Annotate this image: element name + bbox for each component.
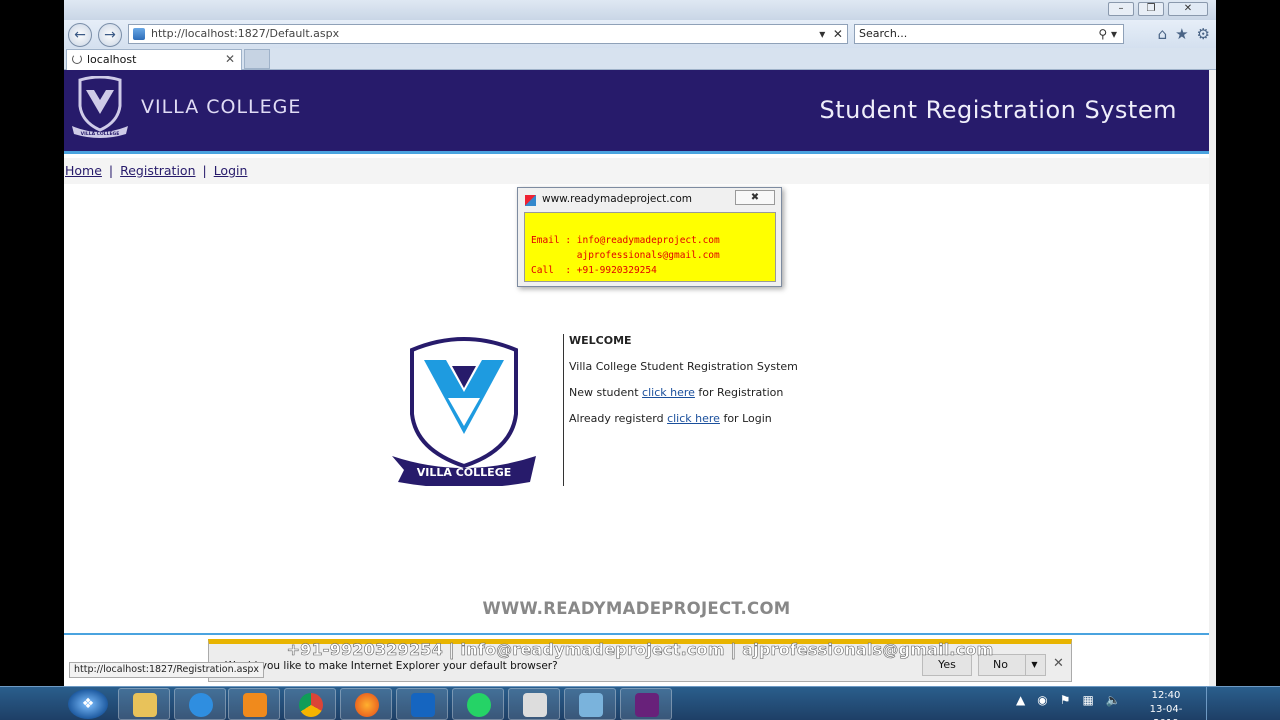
system-tray: ▲ ◉ ⚑ ▦ 🔈 xyxy=(1016,693,1121,707)
outlook-icon xyxy=(411,693,435,717)
footer-divider xyxy=(64,633,1209,635)
welcome-subtitle: Villa College Student Registration Syste… xyxy=(569,360,798,373)
tray-expand-icon[interactable]: ▲ xyxy=(1016,693,1025,707)
settings-gear-icon[interactable]: ⚙ xyxy=(1197,25,1210,43)
existing-student-prefix: Already registerd xyxy=(569,412,668,425)
browser-toolbar: ← → http://localhost:1827/Default.aspx ▾… xyxy=(64,20,1216,48)
back-button[interactable]: ← xyxy=(68,23,92,47)
taskbar-ie[interactable] xyxy=(174,688,226,720)
firefox-icon xyxy=(355,693,379,717)
page-icon xyxy=(133,28,145,40)
site-header: VILLA COLLEGE VILLA COLLEGE Student Regi… xyxy=(64,70,1209,154)
taskbar-explorer[interactable] xyxy=(118,688,170,720)
network-icon[interactable]: ▦ xyxy=(1082,693,1093,707)
logo-small-ribbon-text: VILLA COLLEGE xyxy=(81,131,120,137)
advert-popup: www.readymadeproject.com ✖ Email : info@… xyxy=(517,187,782,287)
restore-button[interactable]: ❐ xyxy=(1138,2,1164,16)
status-url-tooltip: http://localhost:1827/Registration.aspx xyxy=(69,662,265,678)
browser-right-icons: ⌂ ★ ⚙ xyxy=(1158,25,1210,43)
search-icon[interactable]: ⚲ ▾ xyxy=(1098,25,1117,43)
college-logo-large: VILLA COLLEGE xyxy=(392,337,536,486)
tab-localhost[interactable]: localhost ✕ xyxy=(66,49,242,70)
stop-icon[interactable]: ▾ ✕ xyxy=(819,25,843,43)
new-student-suffix: for Registration xyxy=(694,386,784,399)
login-click-here-link[interactable]: click here xyxy=(667,412,720,425)
internet-explorer-icon xyxy=(189,693,213,717)
notification-message: Would you like to make Internet Explorer… xyxy=(225,660,558,672)
desktop: – ❐ ✕ ← → http://localhost:1827/Default.… xyxy=(0,0,1280,720)
browser-window: – ❐ ✕ ← → http://localhost:1827/Default.… xyxy=(64,0,1216,686)
taskbar-app[interactable] xyxy=(508,688,560,720)
window-close-button[interactable]: ✕ xyxy=(1168,2,1208,16)
content-divider xyxy=(563,334,564,486)
system-title: Student Registration System xyxy=(819,96,1177,124)
app-window-icon xyxy=(523,693,547,717)
forward-button[interactable]: → xyxy=(98,23,122,47)
new-tab-button[interactable] xyxy=(244,49,270,69)
clock-date: 13-04-2019 xyxy=(1149,704,1183,720)
tools-icon xyxy=(579,693,603,717)
taskbar-tools[interactable] xyxy=(564,688,616,720)
whatsapp-icon xyxy=(467,693,491,717)
loading-spinner-icon xyxy=(72,54,82,64)
taskbar-chrome[interactable] xyxy=(284,688,336,720)
taskbar-visual-studio[interactable] xyxy=(620,688,672,720)
registration-click-here-link[interactable]: click here xyxy=(642,386,695,399)
page-scrollbar[interactable] xyxy=(1209,70,1216,686)
tray-app-icon[interactable]: ◉ xyxy=(1037,693,1047,707)
chrome-icon xyxy=(299,693,323,717)
window-controls: – ❐ ✕ xyxy=(1108,2,1208,16)
taskbar-outlook[interactable] xyxy=(396,688,448,720)
college-logo-small: VILLA COLLEGE xyxy=(72,76,128,138)
popup-contact-text: Email : info@readymadeproject.com ajprof… xyxy=(524,212,776,282)
popup-title: www.readymadeproject.com xyxy=(542,193,692,205)
popup-app-icon xyxy=(525,195,536,206)
contact-overlay-text: +91-9920329254 | info@readymadeproject.c… xyxy=(286,640,994,660)
site-menu: Home | Registration | Login xyxy=(64,158,1209,184)
menu-separator: | xyxy=(108,163,114,178)
minimize-button[interactable]: – xyxy=(1108,2,1134,16)
tab-label: localhost xyxy=(87,53,137,66)
taskbar-firefox[interactable] xyxy=(340,688,392,720)
clock[interactable]: 12:40 13-04-2019 xyxy=(1138,689,1194,720)
menu-separator: | xyxy=(202,163,207,178)
watermark-text: WWW.READYMADEPROJECT.COM xyxy=(482,599,791,618)
taskbar: ❖ ▲ ◉ ⚑ ▦ 🔈 12:40 13-04-2019 xyxy=(0,686,1280,720)
existing-student-line: Already registerd click here for Login xyxy=(569,412,798,438)
existing-student-suffix: for Login xyxy=(719,412,772,425)
tab-close-icon[interactable]: ✕ xyxy=(225,50,235,69)
favorites-star-icon[interactable]: ★ xyxy=(1175,25,1188,43)
taskbar-whatsapp[interactable] xyxy=(452,688,504,720)
action-center-flag-icon[interactable]: ⚑ xyxy=(1060,693,1071,707)
menu-registration-link[interactable]: Registration xyxy=(120,163,195,178)
search-input[interactable]: Search... ⚲ ▾ xyxy=(854,24,1124,44)
tab-bar: localhost ✕ xyxy=(64,48,1216,70)
start-button[interactable]: ❖ xyxy=(68,689,108,719)
window-titlebar: – ❐ ✕ xyxy=(64,0,1216,20)
no-button-label: No xyxy=(993,658,1008,671)
address-url: http://localhost:1827/Default.aspx xyxy=(151,27,340,40)
new-student-line: New student click here for Registration xyxy=(569,386,798,412)
show-desktop-button[interactable] xyxy=(1206,687,1216,720)
logo-ribbon-text: VILLA COLLEGE xyxy=(417,466,511,479)
media-player-icon xyxy=(243,693,267,717)
address-bar[interactable]: http://localhost:1827/Default.aspx ▾ ✕ xyxy=(128,24,848,44)
menu-home-link[interactable]: Home xyxy=(65,163,102,178)
welcome-panel: WELCOME Villa College Student Registrati… xyxy=(569,334,798,438)
new-student-prefix: New student xyxy=(569,386,643,399)
college-name: VILLA COLLEGE xyxy=(141,96,302,118)
search-placeholder: Search... xyxy=(859,27,908,40)
taskbar-media-player[interactable] xyxy=(228,688,280,720)
volume-icon[interactable]: 🔈 xyxy=(1106,693,1121,707)
popup-close-button[interactable]: ✖ xyxy=(735,190,775,205)
home-icon[interactable]: ⌂ xyxy=(1158,25,1168,43)
clock-time: 12:40 xyxy=(1151,690,1181,701)
folder-icon xyxy=(133,693,157,717)
visual-studio-icon xyxy=(635,693,659,717)
welcome-heading: WELCOME xyxy=(569,334,632,347)
menu-login-link[interactable]: Login xyxy=(214,163,248,178)
web-page: VILLA COLLEGE VILLA COLLEGE Student Regi… xyxy=(64,70,1216,686)
